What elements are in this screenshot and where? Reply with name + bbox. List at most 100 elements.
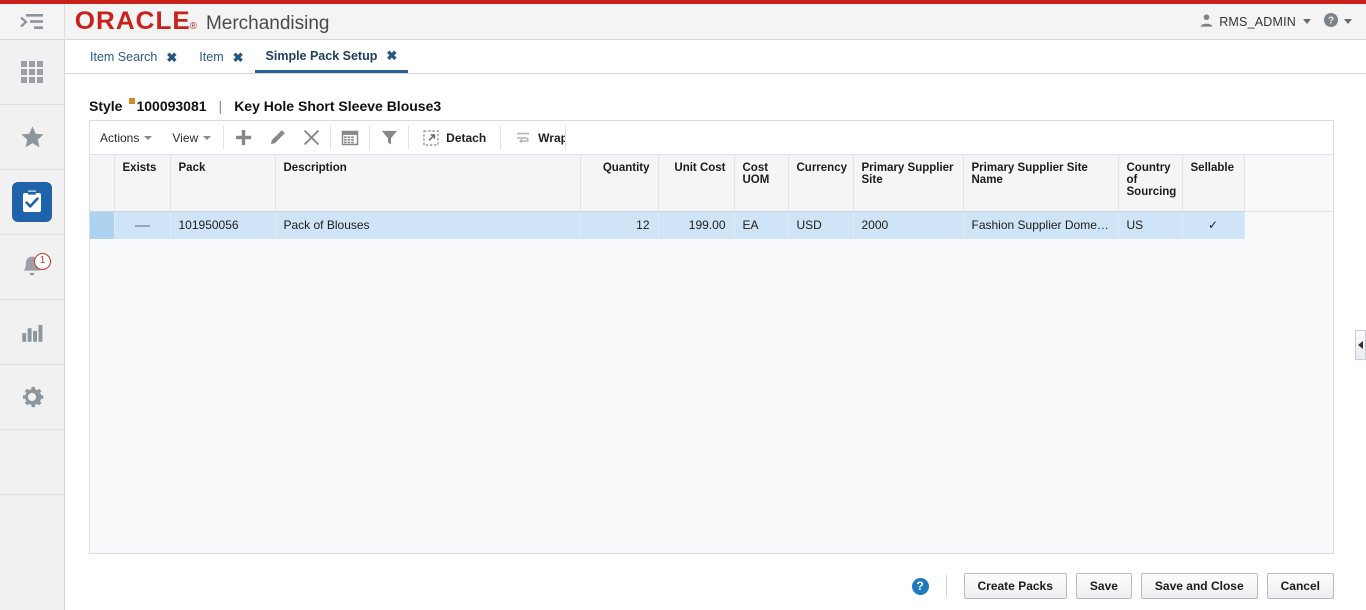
col-unit-cost[interactable]: Unit Cost	[658, 155, 734, 211]
tab-simple-pack-setup[interactable]: Simple Pack Setup ✖	[255, 41, 409, 73]
cell-currency[interactable]: USD	[788, 211, 853, 239]
col-currency[interactable]: Currency	[788, 155, 853, 211]
collapse-menu-icon[interactable]	[0, 4, 65, 40]
app-name: Merchandising	[206, 14, 330, 33]
actions-label: Actions	[100, 131, 139, 145]
view-label: View	[172, 131, 198, 145]
view-menu[interactable]: View	[162, 121, 221, 155]
toolbar-divider	[408, 126, 409, 150]
plus-icon	[234, 128, 253, 147]
cell-unit-cost[interactable]: 199.00	[658, 211, 734, 239]
toolbar-divider	[369, 126, 370, 150]
brand: ORACLE ® Merchandising	[65, 9, 330, 34]
cell-exists	[114, 211, 170, 239]
cell-pack[interactable]: 101950056	[170, 211, 275, 239]
user-avatar-icon	[1199, 13, 1214, 31]
table-toolbar: Actions View	[90, 121, 1333, 155]
chevron-down-icon	[203, 136, 211, 140]
col-pack[interactable]: Pack	[170, 155, 275, 211]
apps-grid-icon	[19, 59, 45, 85]
sidebar-item-tasks[interactable]	[0, 170, 64, 235]
style-description: Key Hole Short Sleeve Blouse3	[234, 98, 441, 114]
star-icon	[19, 124, 46, 150]
sidebar-item-notifications[interactable]: 1	[0, 235, 64, 300]
col-sellable[interactable]: Sellable	[1182, 155, 1244, 211]
col-primary-supplier-site-name[interactable]: Primary Supplier Site Name	[963, 155, 1118, 211]
footer-actions: ? Create Packs Save Save and Close Cance…	[89, 568, 1334, 604]
cell-sellable[interactable]: ✓	[1182, 211, 1244, 239]
col-exists[interactable]: Exists	[114, 155, 170, 211]
help-circle-icon: ?	[1323, 12, 1339, 31]
notification-badge: 1	[34, 253, 51, 270]
chevron-down-icon	[144, 136, 152, 140]
toolbar-divider	[330, 126, 331, 150]
wrap-text-icon	[515, 131, 531, 145]
delete-row-button[interactable]	[294, 121, 328, 155]
sidebar-item-favorites[interactable]	[0, 105, 64, 170]
sidebar-item-reports[interactable]	[0, 300, 64, 365]
save-button[interactable]: Save	[1076, 573, 1132, 599]
chevron-down-icon	[1303, 19, 1311, 24]
cell-filler	[1244, 211, 1333, 239]
application-root: ORACLE ® Merchandising RMS_ADMIN	[0, 0, 1366, 610]
col-cost-uom[interactable]: Cost UOM	[734, 155, 788, 211]
wrap-label: Wrap	[538, 131, 565, 145]
edit-row-button[interactable]	[260, 121, 294, 155]
actions-menu[interactable]: Actions	[90, 121, 162, 155]
tab-label: Simple Pack Setup	[266, 49, 378, 63]
funnel-filter-icon	[380, 128, 399, 147]
tab-item-search[interactable]: Item Search ✖	[79, 41, 188, 73]
add-row-button[interactable]	[226, 121, 260, 155]
help-menu[interactable]: ?	[1323, 12, 1352, 31]
wrap-button[interactable]: Wrap	[503, 121, 565, 155]
cell-description[interactable]: Pack of Blouses	[275, 211, 580, 239]
col-row-select	[90, 155, 114, 211]
col-filler	[1244, 155, 1333, 211]
right-panel-collapse-handle[interactable]	[1355, 330, 1366, 360]
style-label: Style	[89, 98, 122, 114]
cell-country-of-sourcing[interactable]: US	[1118, 211, 1182, 239]
global-header: ORACLE ® Merchandising RMS_ADMIN	[0, 4, 1366, 40]
row-selection-indicator[interactable]	[90, 211, 114, 239]
close-icon[interactable]: ✖	[166, 51, 177, 64]
col-primary-supplier-site[interactable]: Primary Supplier Site	[853, 155, 963, 211]
detach-label: Detach	[446, 131, 486, 145]
export-spreadsheet-button[interactable]	[333, 121, 367, 155]
detach-button[interactable]: Detach	[411, 121, 498, 155]
cell-quantity[interactable]: 12	[580, 211, 658, 239]
col-country-of-sourcing[interactable]: Country of Sourcing	[1118, 155, 1182, 211]
svg-text:?: ?	[1328, 16, 1334, 27]
page-title: Style 100093081 | Key Hole Short Sleeve …	[89, 98, 441, 114]
content-area: Style 100093081 | Key Hole Short Sleeve …	[65, 74, 1366, 610]
close-icon[interactable]: ✖	[233, 51, 244, 64]
filter-button[interactable]	[372, 121, 406, 155]
footer-divider	[946, 575, 947, 597]
style-id: 100093081	[136, 98, 206, 114]
cancel-button[interactable]: Cancel	[1267, 573, 1334, 599]
col-description[interactable]: Description	[275, 155, 580, 211]
toolbar-divider	[565, 126, 566, 150]
header-right-controls: RMS_ADMIN ?	[1199, 12, 1366, 31]
table-row[interactable]: 101950056 Pack of Blouses 12 199.00 EA U…	[90, 211, 1333, 239]
cell-cost-uom[interactable]: EA	[734, 211, 788, 239]
sidebar-item-apps[interactable]	[0, 40, 64, 105]
create-packs-button[interactable]: Create Packs	[964, 573, 1067, 599]
user-menu[interactable]: RMS_ADMIN	[1199, 13, 1311, 31]
left-rail: 1	[0, 40, 65, 610]
cell-primary-supplier-site[interactable]: 2000	[853, 211, 963, 239]
table-header: Exists Pack Description Quantity Unit Co…	[90, 155, 1333, 211]
cell-primary-supplier-site-name[interactable]: Fashion Supplier Domes...	[963, 211, 1118, 239]
title-separator: |	[219, 98, 223, 114]
selected-indicator	[12, 182, 52, 222]
col-quantity[interactable]: Quantity	[580, 155, 658, 211]
save-and-close-button[interactable]: Save and Close	[1141, 573, 1258, 599]
sidebar-item-settings[interactable]	[0, 365, 64, 430]
tab-item[interactable]: Item ✖	[188, 41, 254, 73]
required-marker-icon	[129, 98, 135, 104]
chevron-down-icon	[1344, 19, 1352, 24]
close-icon[interactable]: ✖	[386, 49, 397, 62]
table-header-row: Exists Pack Description Quantity Unit Co…	[90, 155, 1333, 211]
tab-label: Item	[199, 50, 223, 64]
help-button[interactable]: ?	[912, 578, 929, 595]
chevron-left-icon	[1358, 341, 1363, 349]
